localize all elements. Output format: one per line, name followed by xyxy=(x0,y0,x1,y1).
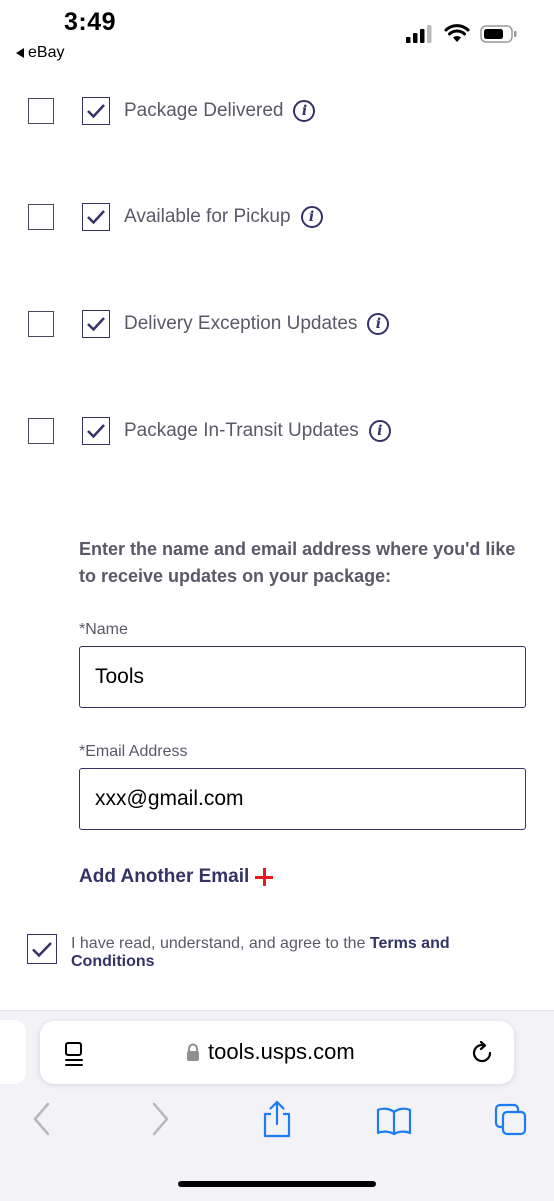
email-notify-checkbox[interactable] xyxy=(82,203,110,231)
browser-back-icon[interactable] xyxy=(30,1100,52,1138)
plus-icon xyxy=(255,868,274,886)
back-app-label: eBay xyxy=(28,44,65,61)
check-icon xyxy=(87,424,105,439)
url-text: tools.usps.com xyxy=(208,1039,355,1064)
previous-tab-preview[interactable] xyxy=(0,1020,26,1084)
browser-forward-icon[interactable] xyxy=(150,1100,172,1138)
notify-label: Delivery Exception Updates xyxy=(124,313,358,334)
status-time: 3:49 xyxy=(64,8,117,36)
signal-icon xyxy=(406,25,432,43)
notify-label: Available for Pickup xyxy=(124,206,291,227)
battery-icon xyxy=(480,25,517,43)
info-icon[interactable]: i xyxy=(368,420,391,442)
info-icon[interactable]: i xyxy=(293,100,316,122)
email-notify-checkbox[interactable] xyxy=(82,417,110,445)
check-icon xyxy=(87,210,105,225)
notify-row-pickup: Available for Pickup i xyxy=(28,202,323,232)
notify-label: Package Delivered xyxy=(124,100,284,121)
check-icon xyxy=(87,104,105,119)
home-indicator[interactable] xyxy=(178,1181,376,1187)
status-icons xyxy=(406,24,518,44)
info-icon[interactable]: i xyxy=(300,206,323,228)
terms-agree-checkbox[interactable] xyxy=(27,934,57,964)
text-notify-checkbox[interactable] xyxy=(28,98,54,124)
add-another-email-button[interactable]: Add Another Email xyxy=(79,866,274,888)
email-input[interactable]: xxx@gmail.com xyxy=(79,768,526,830)
text-notify-checkbox[interactable] xyxy=(28,418,54,444)
check-icon xyxy=(32,941,52,957)
email-notify-checkbox[interactable] xyxy=(82,97,110,125)
email-label: *Email Address xyxy=(79,743,188,760)
check-icon xyxy=(87,317,105,332)
share-icon[interactable] xyxy=(262,1100,292,1138)
email-notify-checkbox[interactable] xyxy=(82,310,110,338)
notify-row-in-transit: Package In-Transit Updates i xyxy=(28,416,391,446)
tabs-icon[interactable] xyxy=(494,1103,528,1137)
back-arrow-icon xyxy=(16,48,24,58)
reload-icon[interactable] xyxy=(469,1040,495,1066)
notify-row-exception: Delivery Exception Updates i xyxy=(28,309,390,339)
wifi-icon xyxy=(444,24,470,42)
text-notify-checkbox[interactable] xyxy=(28,311,54,337)
text-notify-checkbox[interactable] xyxy=(28,204,54,230)
back-to-app-button[interactable]: eBay xyxy=(16,44,64,62)
terms-agree-text: I have read, understand, and agree to th… xyxy=(71,935,501,971)
bookmarks-icon[interactable] xyxy=(376,1106,412,1136)
info-icon[interactable]: i xyxy=(367,313,390,335)
notify-row-delivered: Package Delivered i xyxy=(28,96,316,126)
page-menu-icon[interactable] xyxy=(64,1041,86,1067)
terms-agree-prefix: I have read, understand, and agree to th… xyxy=(71,935,370,952)
url-display[interactable]: tools.usps.com xyxy=(186,1039,355,1065)
add-email-label: Add Another Email xyxy=(79,866,250,887)
notify-label: Package In-Transit Updates xyxy=(124,420,359,441)
name-input[interactable]: Tools xyxy=(79,646,526,708)
form-intro: Enter the name and email address where y… xyxy=(79,539,516,586)
lock-icon xyxy=(187,1043,199,1061)
name-label: *Name xyxy=(79,621,128,638)
